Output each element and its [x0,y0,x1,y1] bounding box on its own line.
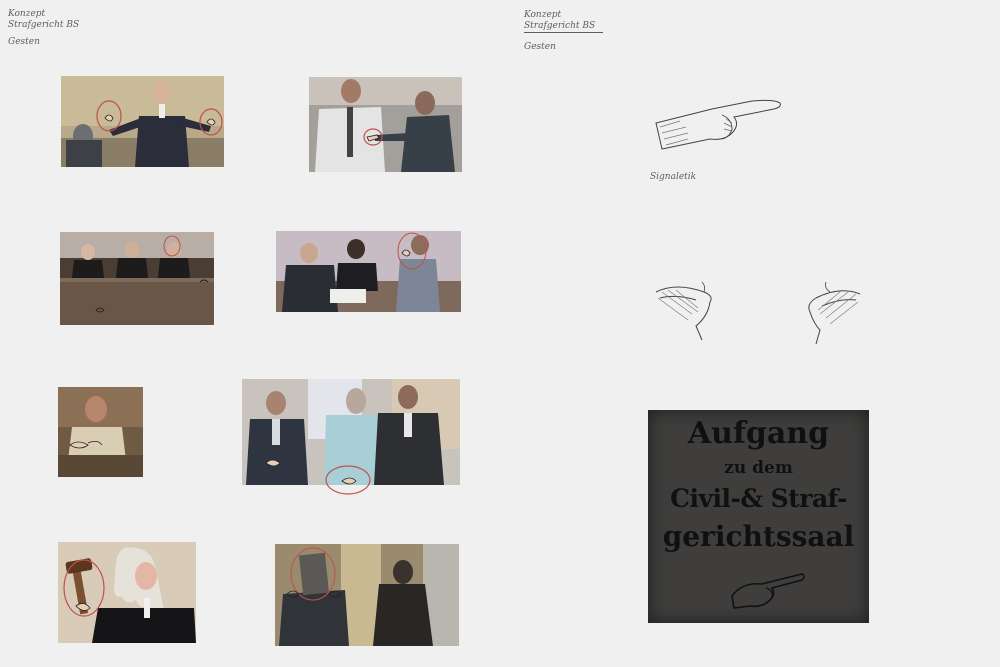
note-left-line1: Konzept [8,9,46,19]
photo-judges-bench [60,232,214,325]
note-right-line2: Strafgericht BS [524,21,604,33]
sign-line-4: gerichtssaal [662,520,855,553]
note-right: Konzept Strafgericht BS Gesten [524,10,604,53]
note-left-line3: Gesten [8,37,40,47]
note-left: Konzept Strafgericht BS Gesten [8,9,79,48]
cupped-hand-right-icon [808,281,861,345]
photo-pointing-gesture [309,77,462,172]
courtroom-sign: Aufgang zu dem Civil-& Straf- gerichtssa… [648,410,869,623]
photo-hearing-desk [276,231,461,312]
photo-covering-face [275,544,459,646]
photo-judge-gesturing [61,76,224,167]
photo-seated-hands [58,387,143,477]
note-right-line1: Konzept [524,10,562,20]
cupped-hand-left-icon [655,281,712,341]
sign-line-2: zu dem [724,458,793,478]
sketch-caption: Signaletik [650,172,697,182]
highlight-circle-hands [325,465,371,495]
note-right-line3: Gesten [524,42,556,52]
photo-judge-gavel [58,542,196,643]
sign-line-1: Aufgang [687,416,830,451]
sign-line-3: Civil-& Straf- [670,484,847,513]
sign-pointing-hand-icon [731,573,805,609]
note-left-line2: Strafgericht BS [8,20,80,30]
pointing-hand-icon [655,99,781,150]
